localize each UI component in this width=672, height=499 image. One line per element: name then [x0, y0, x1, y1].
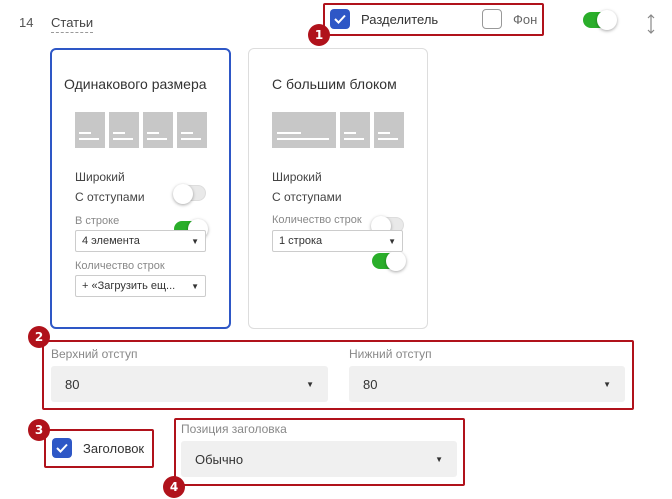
- heading-label: Заголовок: [83, 441, 145, 456]
- wide-label: Широкий: [75, 170, 125, 184]
- caret-down-icon: ▼: [603, 379, 611, 389]
- caret-down-icon: ▼: [191, 281, 199, 291]
- bottom-padding-select[interactable]: 80 ▼: [349, 366, 625, 402]
- layout-preview-equal: [75, 112, 207, 148]
- check-icon: [56, 443, 68, 453]
- badge-2: 2: [28, 326, 50, 348]
- badge-3: 3: [28, 419, 50, 441]
- rows-value: + «Загрузить ещ...: [82, 280, 176, 292]
- badge-4: 4: [163, 476, 185, 498]
- section-title-link[interactable]: Статьи: [51, 15, 94, 33]
- per-row-label: В строке: [75, 215, 120, 227]
- caret-down-icon: ▼: [306, 379, 314, 389]
- rows-select[interactable]: 1 строка ▼: [272, 230, 403, 252]
- wide-toggle[interactable]: [173, 184, 206, 204]
- badge-1: 1: [308, 24, 330, 46]
- drag-handle-icon[interactable]: [647, 14, 655, 34]
- divider-checkbox[interactable]: [330, 9, 350, 29]
- background-label: Фон: [513, 12, 538, 27]
- rows-label: Количество строк: [75, 260, 165, 272]
- heading-position-value: Обычно: [195, 451, 244, 467]
- heading-position-label: Позиция заголовка: [181, 422, 287, 436]
- top-padding-select[interactable]: 80 ▼: [51, 366, 328, 402]
- per-row-value: 4 элемента: [82, 235, 140, 247]
- top-padding-value: 80: [65, 376, 80, 392]
- padding-label: С отступами: [272, 190, 342, 204]
- layout-preview-big: [272, 112, 404, 148]
- heading-checkbox[interactable]: [52, 438, 72, 458]
- caret-down-icon: ▼: [191, 236, 199, 246]
- background-checkbox[interactable]: [482, 9, 502, 29]
- bottom-padding-label: Нижний отступ: [349, 347, 432, 361]
- card-title: С большим блоком: [272, 76, 397, 92]
- card-title: Одинакового размера: [64, 76, 207, 92]
- bottom-padding-value: 80: [363, 376, 378, 392]
- check-icon: [334, 14, 346, 24]
- per-row-select[interactable]: 4 элемента ▼: [75, 230, 206, 252]
- rows-value: 1 строка: [279, 235, 323, 247]
- section-enabled-toggle[interactable]: [583, 10, 617, 30]
- caret-down-icon: ▼: [435, 454, 443, 464]
- caret-down-icon: ▼: [388, 236, 396, 246]
- section-number: 14: [19, 15, 34, 30]
- divider-label: Разделитель: [361, 12, 439, 27]
- wide-label: Широкий: [272, 170, 322, 184]
- padding-toggle[interactable]: [372, 251, 406, 271]
- top-padding-label: Верхний отступ: [51, 347, 138, 361]
- rows-label: Количество строк: [272, 214, 362, 226]
- rows-select[interactable]: + «Загрузить ещ... ▼: [75, 275, 206, 297]
- padding-label: С отступами: [75, 190, 145, 204]
- heading-position-select[interactable]: Обычно ▼: [181, 441, 457, 477]
